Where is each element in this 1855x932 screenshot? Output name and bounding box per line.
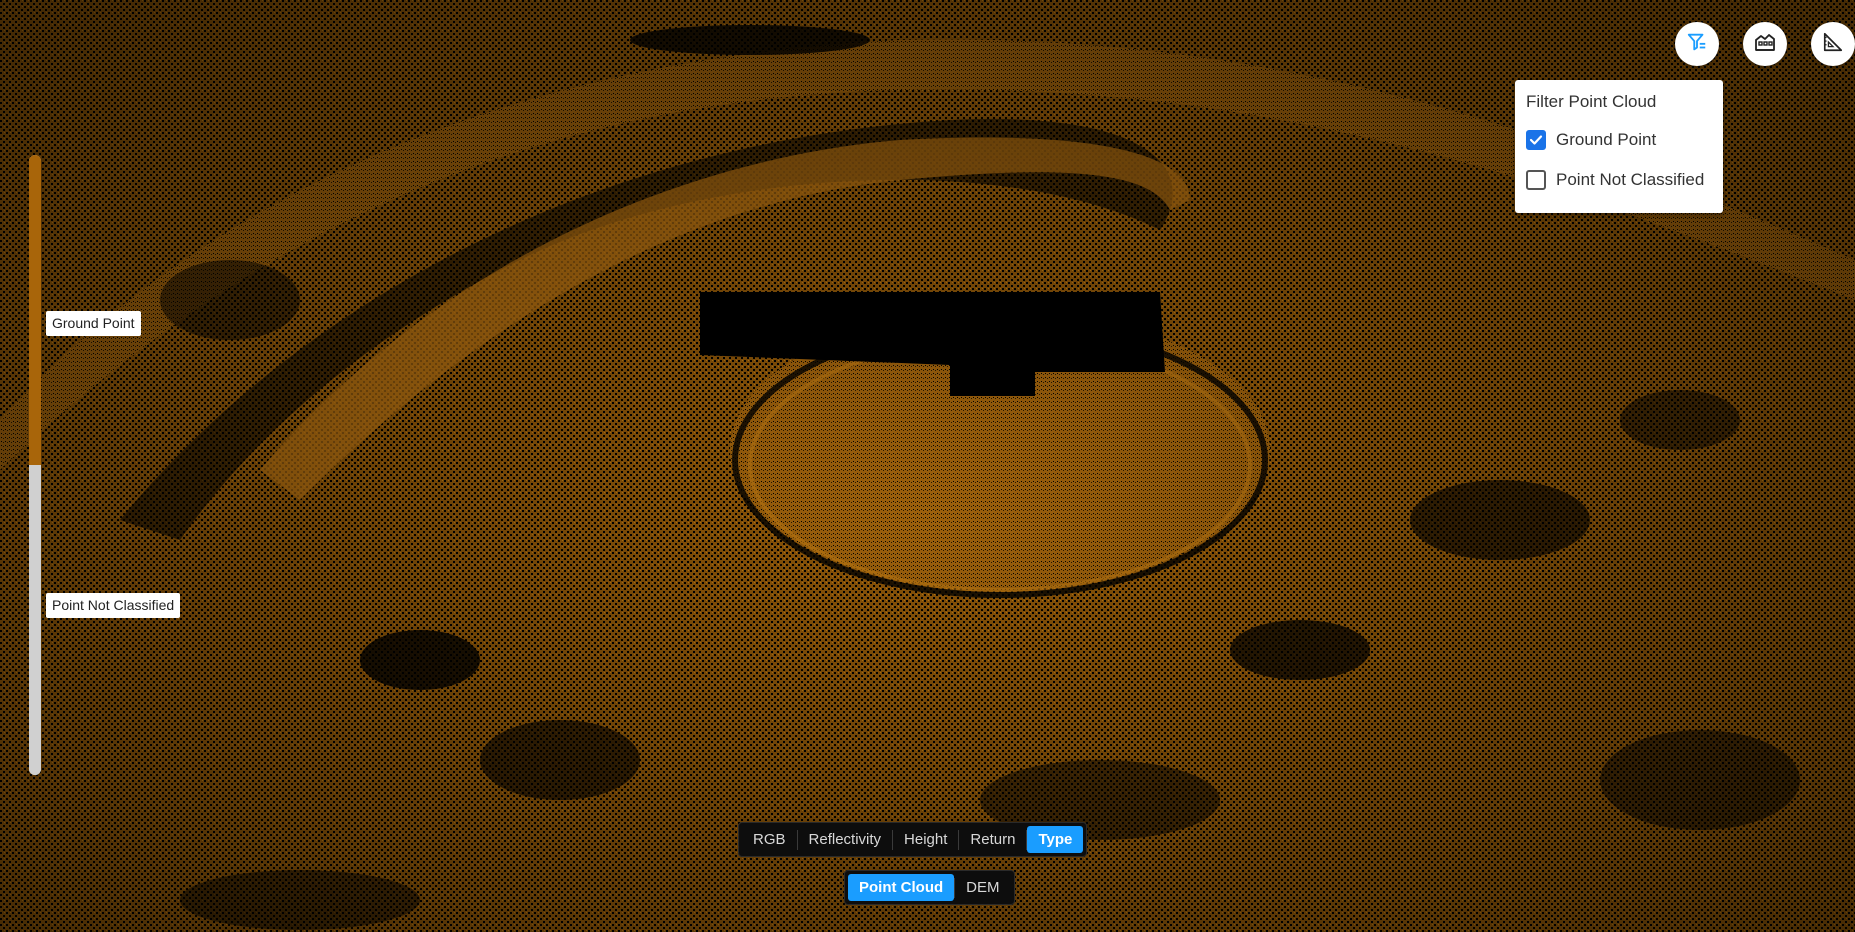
building-view-button[interactable] — [1743, 22, 1787, 66]
filter-icon — [1686, 31, 1708, 58]
filter-panel-title: Filter Point Cloud — [1526, 92, 1657, 111]
point-cloud-viewport[interactable]: Ground Point Point Not Classified Filter… — [0, 0, 1855, 932]
filter-point-cloud-panel: Filter Point Cloud Ground Point Point No… — [1515, 80, 1723, 213]
legend-segment-ground — [29, 155, 41, 465]
color-mode-return-button[interactable]: Return — [959, 826, 1026, 853]
legend-segment-unclassified — [29, 465, 41, 775]
view-mode-dem-button[interactable]: DEM — [955, 874, 1010, 901]
legend-color-bar — [29, 155, 41, 775]
filter-option-label: Ground Point — [1556, 130, 1657, 149]
checkmark-icon — [1529, 135, 1543, 145]
color-mode-height-button[interactable]: Height — [893, 826, 958, 853]
measure-button[interactable] — [1811, 22, 1855, 66]
color-mode-reflectivity-button[interactable]: Reflectivity — [798, 826, 893, 853]
filter-option-ground-point[interactable]: Ground Point — [1526, 130, 1656, 150]
building-icon — [1753, 30, 1777, 59]
filter-option-point-not-classified[interactable]: Point Not Classified — [1526, 170, 1704, 190]
legend-label-unclassified: Point Not Classified — [46, 593, 181, 618]
legend-label-ground: Ground Point — [46, 311, 141, 336]
ground-point-checkbox[interactable] — [1526, 130, 1546, 150]
filter-button[interactable] — [1675, 22, 1719, 66]
color-mode-toolbar: RGB Reflectivity Height Return Type — [738, 822, 1088, 857]
view-mode-toolbar: Point Cloud DEM — [844, 870, 1015, 905]
filter-option-label: Point Not Classified — [1556, 170, 1705, 189]
measure-icon — [1822, 31, 1844, 58]
view-mode-point-cloud-button[interactable]: Point Cloud — [848, 874, 955, 901]
color-mode-type-button[interactable]: Type — [1027, 826, 1084, 853]
point-not-classified-checkbox[interactable] — [1526, 170, 1546, 190]
color-mode-rgb-button[interactable]: RGB — [742, 826, 797, 853]
